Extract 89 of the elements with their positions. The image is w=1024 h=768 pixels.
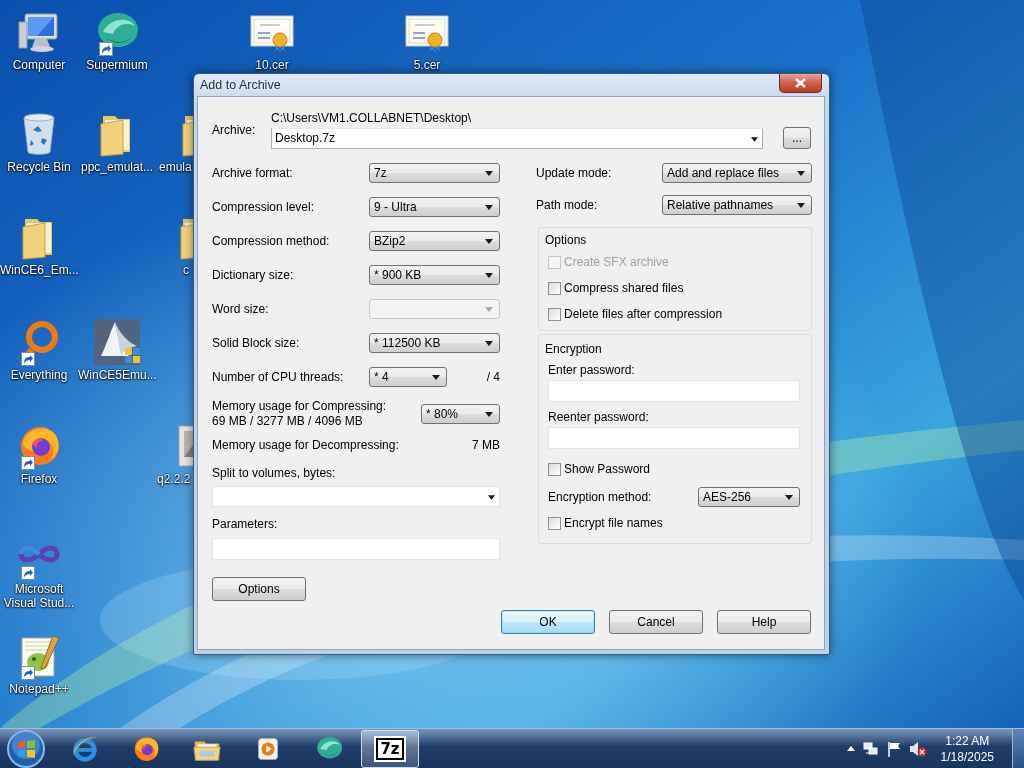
field-label: Compression method: <box>212 234 331 248</box>
field-label: Word size: <box>212 302 270 316</box>
icon-label[interactable]: Supermium <box>86 58 148 72</box>
icon-label[interactable]: Recycle Bin <box>7 160 71 174</box>
flag-icon[interactable] <box>886 740 901 757</box>
group-title: Options <box>545 232 588 248</box>
memory-figures: 69 MB / 3277 MB / 4096 MB <box>212 414 364 429</box>
icon-label[interactable]: Firefox <box>20 472 58 486</box>
icon-label[interactable]: Notepad++ <box>9 682 69 696</box>
dropdown[interactable]: * 4 <box>369 367 447 387</box>
caret-icon <box>485 204 493 210</box>
checkbox[interactable]: Compress shared files <box>548 280 801 296</box>
icon-label[interactable]: Microsoft Visual Stud... <box>0 582 78 610</box>
dropdown[interactable]: 9 - Ultra <box>369 197 500 217</box>
shortcut-arrow-icon <box>99 42 113 56</box>
icon-label[interactable]: c <box>183 263 189 277</box>
dialog-button[interactable]: Cancel <box>609 610 703 634</box>
browse-button[interactable]: ... <box>783 127 811 149</box>
chevron-up-icon[interactable] <box>846 746 855 751</box>
dialog-button[interactable]: Help <box>717 610 811 634</box>
dropdown[interactable]: * 80% <box>421 404 500 424</box>
dropdown[interactable]: * 112500 KB <box>369 333 500 353</box>
shortcut-arrow-icon <box>21 666 35 680</box>
app-logo: 7z <box>376 737 404 760</box>
group-title: Encryption <box>545 341 603 357</box>
network-icon[interactable] <box>862 740 879 757</box>
parameters-field[interactable] <box>212 538 500 560</box>
memory-value: 7 MB <box>472 438 500 452</box>
dialog-button[interactable]: OK <box>501 610 595 634</box>
field-label: Encryption method: <box>548 490 652 504</box>
close-icon <box>795 78 806 88</box>
show-desktop-button[interactable] <box>1012 728 1024 768</box>
icon-label[interactable]: Everything <box>10 368 68 382</box>
dropdown[interactable]: Relative pathnames <box>662 195 812 215</box>
caret-icon <box>485 272 493 278</box>
caret-icon <box>485 170 493 176</box>
field-label: Number of CPU threads: <box>212 370 345 384</box>
dropdown[interactable]: 7z <box>369 163 500 183</box>
checkbox[interactable]: Delete files after compression <box>548 306 801 322</box>
password-field[interactable] <box>548 380 800 402</box>
field-label: Split to volumes, bytes: <box>212 466 337 480</box>
field-label: Parameters: <box>212 517 279 531</box>
icon-label[interactable]: Computer <box>12 58 66 72</box>
shortcut-arrow-icon <box>21 566 35 580</box>
field-label: Archive: <box>212 123 257 137</box>
caret-icon <box>432 374 440 380</box>
shortcut-arrow-icon <box>21 352 35 366</box>
caret-icon <box>785 494 793 500</box>
caret-icon <box>485 411 493 417</box>
field-label: Update mode: <box>536 166 613 180</box>
dropdown[interactable]: BZip2 <box>369 231 500 251</box>
dropdown[interactable]: Add and replace files <box>662 163 812 183</box>
close-button[interactable] <box>779 74 822 93</box>
window-title: Add to Archive <box>200 78 281 92</box>
field-label: Archive format: <box>212 166 294 180</box>
field-label: Memory usage for Decompressing: <box>212 438 399 452</box>
dropdown[interactable]: AES-256 <box>698 487 800 507</box>
dropdown[interactable]: * 900 KB <box>369 265 500 285</box>
start-button[interactable] <box>6 728 46 768</box>
app-icon[interactable] <box>93 318 141 366</box>
checkbox[interactable]: Encrypt file names <box>548 515 801 531</box>
caret-icon <box>797 202 805 208</box>
taskbar-button[interactable]: 7z <box>361 729 419 768</box>
caret-icon <box>485 238 493 244</box>
icon-label[interactable]: ppc_emulat... <box>80 160 153 174</box>
speaker-muted-icon[interactable] <box>908 740 927 757</box>
caret-icon <box>797 170 805 176</box>
checkbox[interactable]: Show Password <box>548 461 801 477</box>
path-text: C:\Users\VM1.COLLABNET\Desktop\ <box>271 111 473 125</box>
icon-label[interactable]: WinCE5Emu... <box>78 368 156 382</box>
field-label: Path mode: <box>536 198 599 212</box>
icon-label[interactable]: 5.cer <box>413 58 441 72</box>
icon-label[interactable]: 10.cer <box>255 58 289 72</box>
field-label: Compression level: <box>212 200 316 214</box>
icon-label[interactable]: WinCE6_Em... <box>0 263 78 277</box>
clock-date[interactable]: 1/18/2025 <box>940 748 994 765</box>
options-button[interactable]: Options <box>212 577 306 601</box>
field-label: Solid Block size: <box>212 336 301 350</box>
clock-time[interactable]: 1:22 AM <box>945 732 990 749</box>
shortcut-arrow-icon <box>21 456 35 470</box>
thread-count: / 4 <box>486 370 500 384</box>
field-label: Enter password: <box>548 363 636 377</box>
field-label: Reenter password: <box>548 410 650 424</box>
caret-icon <box>485 306 493 312</box>
caret-icon <box>485 340 493 346</box>
field-label: Memory usage for Compressing: <box>212 399 387 414</box>
field-label: Dictionary size: <box>212 268 295 282</box>
icon-label[interactable]: emula <box>159 160 192 174</box>
password-field[interactable] <box>548 427 800 449</box>
